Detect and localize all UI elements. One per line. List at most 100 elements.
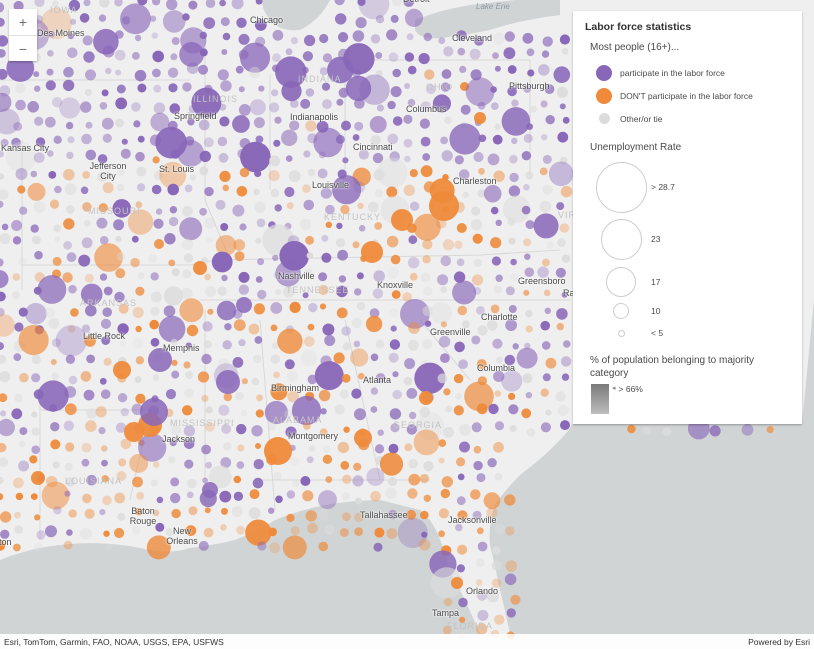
- county-symbol[interactable]: [204, 273, 211, 281]
- county-symbol[interactable]: [33, 71, 40, 78]
- county-symbol[interactable]: [99, 273, 108, 281]
- county-symbol[interactable]: [33, 152, 45, 164]
- county-symbol[interactable]: [472, 233, 483, 244]
- county-symbol[interactable]: [96, 217, 108, 229]
- county-symbol[interactable]: [449, 123, 481, 155]
- county-symbol[interactable]: [163, 286, 183, 306]
- county-symbol[interactable]: [501, 107, 531, 136]
- county-symbol[interactable]: [662, 427, 672, 436]
- county-symbol[interactable]: [374, 222, 383, 230]
- county-symbol[interactable]: [322, 445, 331, 453]
- county-symbol[interactable]: [216, 300, 237, 321]
- county-symbol[interactable]: [64, 183, 77, 196]
- county-symbol[interactable]: [374, 444, 385, 454]
- county-symbol[interactable]: [137, 272, 145, 280]
- county-symbol[interactable]: [27, 101, 39, 113]
- county-symbol[interactable]: [285, 155, 293, 162]
- county-symbol[interactable]: [27, 182, 46, 201]
- county-symbol[interactable]: [63, 420, 74, 431]
- county-symbol[interactable]: [365, 315, 383, 333]
- county-symbol[interactable]: [115, 268, 126, 279]
- county-symbol[interactable]: [48, 171, 57, 179]
- county-symbol[interactable]: [457, 47, 466, 56]
- county-symbol[interactable]: [559, 34, 571, 45]
- county-symbol[interactable]: [80, 101, 92, 113]
- county-symbol[interactable]: [454, 341, 465, 353]
- county-symbol[interactable]: [66, 252, 77, 262]
- county-symbol[interactable]: [443, 46, 454, 57]
- county-symbol[interactable]: [302, 66, 309, 74]
- county-symbol[interactable]: [152, 0, 161, 6]
- county-symbol[interactable]: [452, 280, 477, 305]
- county-symbol[interactable]: [0, 49, 6, 58]
- county-symbol[interactable]: [300, 476, 311, 486]
- county-symbol[interactable]: [151, 32, 158, 39]
- county-symbol[interactable]: [543, 289, 551, 297]
- county-symbol[interactable]: [273, 472, 282, 481]
- county-symbol[interactable]: [561, 254, 571, 263]
- county-symbol[interactable]: [477, 541, 488, 552]
- county-symbol[interactable]: [505, 286, 515, 296]
- county-symbol[interactable]: [503, 47, 516, 60]
- county-symbol[interactable]: [407, 65, 417, 75]
- county-symbol[interactable]: [0, 233, 11, 245]
- county-symbol[interactable]: [254, 336, 263, 344]
- county-symbol[interactable]: [116, 252, 126, 261]
- county-symbol[interactable]: [0, 189, 9, 200]
- county-symbol[interactable]: [198, 119, 210, 131]
- county-symbol[interactable]: [236, 17, 247, 28]
- county-symbol[interactable]: [438, 457, 445, 464]
- county-symbol[interactable]: [0, 291, 6, 302]
- county-symbol[interactable]: [354, 121, 364, 131]
- county-symbol[interactable]: [508, 185, 521, 197]
- county-symbol[interactable]: [33, 543, 43, 552]
- county-symbol[interactable]: [219, 0, 226, 7]
- county-symbol[interactable]: [132, 52, 140, 60]
- county-symbol[interactable]: [386, 528, 398, 539]
- county-symbol[interactable]: [456, 223, 467, 233]
- county-symbol[interactable]: [34, 0, 45, 7]
- county-symbol[interactable]: [421, 531, 428, 538]
- county-symbol[interactable]: [81, 133, 92, 145]
- county-symbol[interactable]: [284, 359, 295, 370]
- county-symbol[interactable]: [420, 272, 431, 283]
- county-symbol[interactable]: [235, 65, 244, 74]
- county-symbol[interactable]: [440, 353, 450, 363]
- county-symbol[interactable]: [350, 348, 369, 367]
- county-symbol[interactable]: [114, 492, 126, 504]
- county-symbol[interactable]: [84, 273, 94, 283]
- county-symbol[interactable]: [239, 167, 250, 178]
- county-symbol[interactable]: [391, 209, 413, 231]
- county-symbol[interactable]: [113, 361, 131, 379]
- county-symbol[interactable]: [70, 308, 79, 317]
- county-symbol[interactable]: [504, 494, 516, 506]
- county-symbol[interactable]: [562, 116, 570, 124]
- county-symbol[interactable]: [339, 389, 349, 399]
- county-symbol[interactable]: [525, 220, 535, 230]
- county-symbol[interactable]: [117, 393, 128, 403]
- county-symbol[interactable]: [560, 356, 572, 367]
- county-symbol[interactable]: [204, 217, 216, 229]
- county-symbol[interactable]: [220, 223, 229, 231]
- county-symbol[interactable]: [453, 373, 464, 384]
- county-symbol[interactable]: [270, 324, 278, 332]
- county-symbol[interactable]: [406, 33, 414, 41]
- county-symbol[interactable]: [516, 347, 538, 369]
- county-symbol[interactable]: [36, 530, 46, 540]
- county-symbol[interactable]: [45, 525, 57, 538]
- county-symbol[interactable]: [488, 403, 499, 415]
- county-symbol[interactable]: [422, 338, 433, 349]
- county-symbol[interactable]: [444, 116, 452, 124]
- county-symbol[interactable]: [153, 461, 160, 468]
- county-symbol[interactable]: [31, 445, 40, 455]
- county-symbol[interactable]: [67, 47, 78, 59]
- county-symbol[interactable]: [494, 123, 502, 131]
- county-symbol[interactable]: [132, 525, 141, 535]
- county-symbol[interactable]: [523, 238, 532, 247]
- county-symbol[interactable]: [119, 340, 126, 347]
- county-symbol[interactable]: [152, 374, 160, 381]
- county-symbol[interactable]: [181, 238, 194, 251]
- county-symbol[interactable]: [102, 45, 115, 58]
- county-symbol[interactable]: [211, 251, 233, 273]
- county-symbol[interactable]: [136, 166, 147, 177]
